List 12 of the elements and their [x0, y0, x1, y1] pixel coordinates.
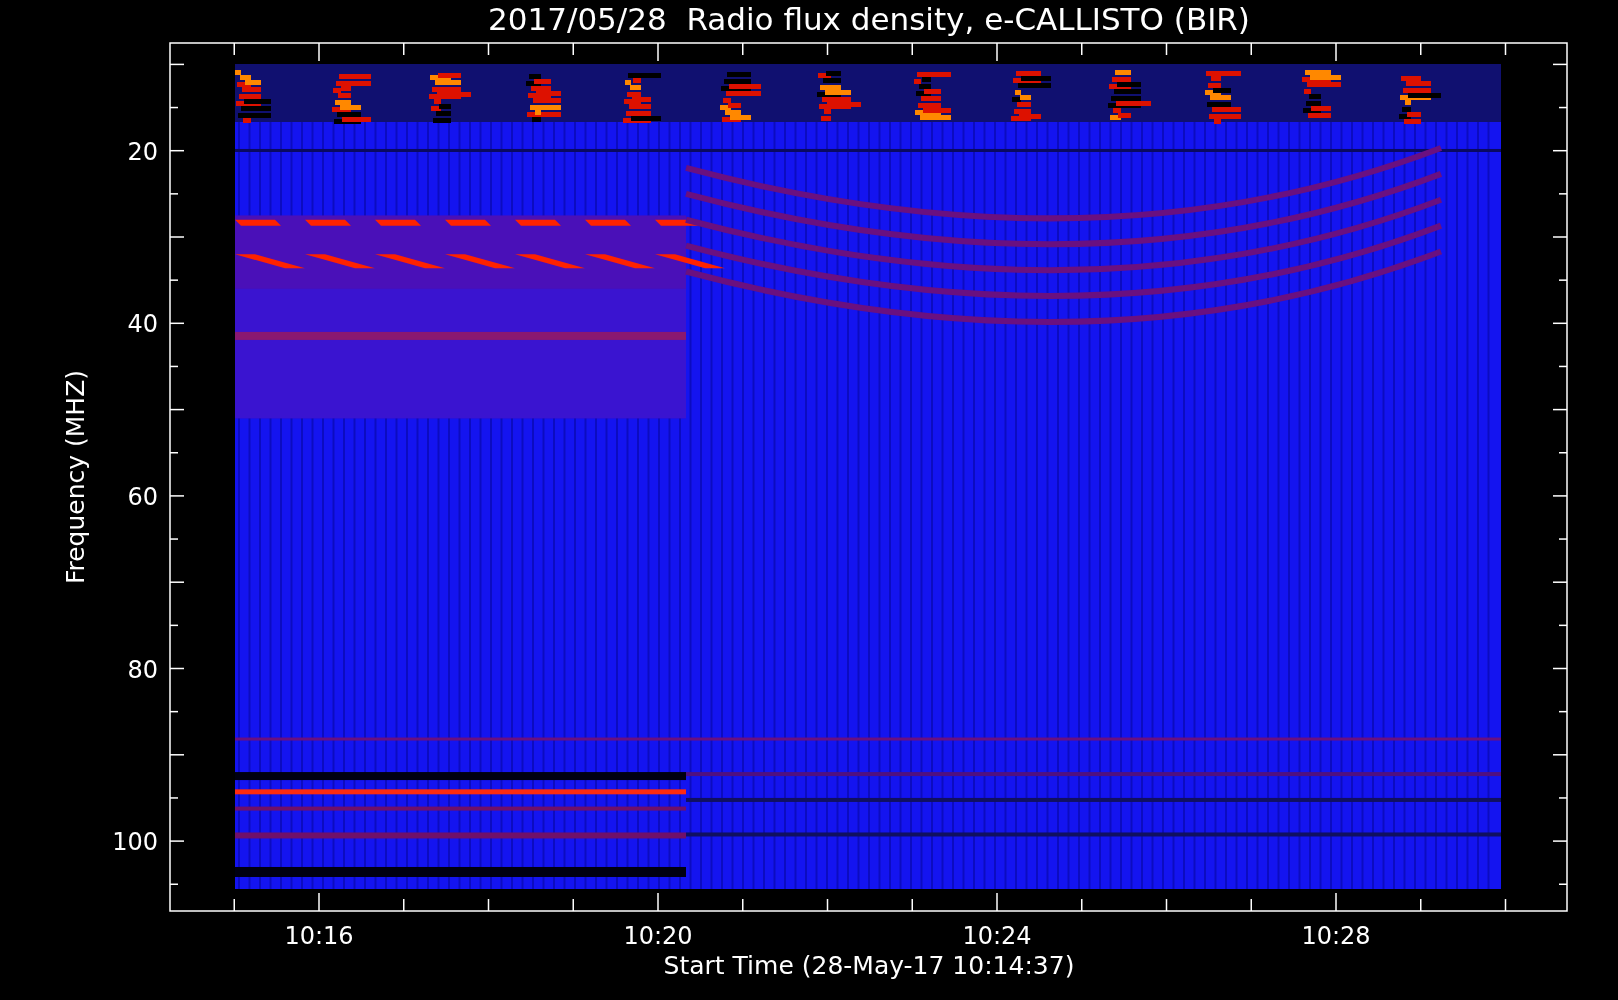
x-axis-label: Start Time (28-May-17 10:14:37): [663, 951, 1075, 980]
tick-label: 10:16: [284, 922, 354, 950]
tick-label: 100: [112, 828, 158, 857]
tick-label: 10:28: [1301, 922, 1371, 950]
y-axis-label: Frequency (MHZ): [61, 369, 90, 585]
chart-title: 2017/05/28 Radio flux density, e-CALLISTO (BIR): [488, 1, 1250, 37]
tick-label: 60: [127, 482, 158, 511]
tick-label: 10:24: [962, 922, 1032, 950]
tick-label: 10:20: [623, 922, 693, 950]
tick-label: 80: [127, 655, 158, 684]
tick-label: 20: [127, 137, 158, 166]
tick-label: 40: [127, 310, 158, 339]
